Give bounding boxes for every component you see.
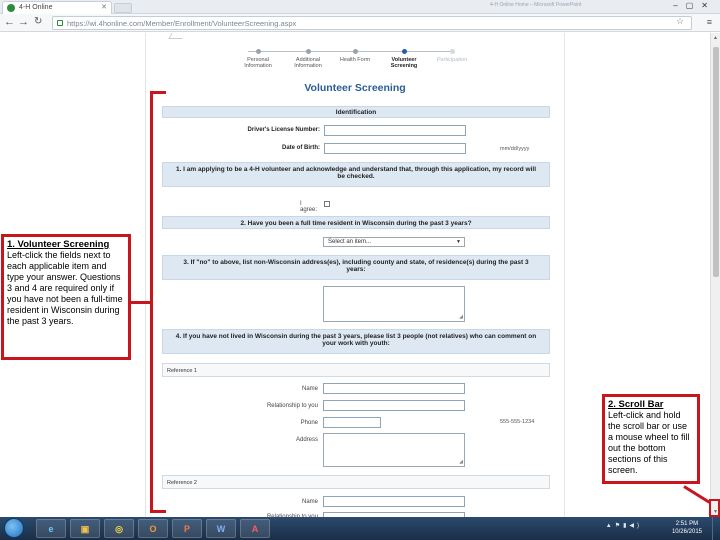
ref1-address-textarea[interactable]: ◢ [323, 433, 465, 467]
step-label: Personal Information [244, 57, 272, 69]
callout-title: 1. Volunteer Screening [7, 239, 110, 250]
step-personal-information[interactable]: Personal Information [238, 49, 278, 69]
question-4: 4. If you have not lived in Wisconsin du… [162, 329, 550, 354]
browser-tab-bar: 4-H Online ✕ 4-H Online Home – Microsoft… [0, 0, 720, 14]
taskbar-word-icon[interactable]: W [206, 519, 236, 538]
residency-select[interactable]: Select an item... ▼ [323, 237, 465, 247]
dob-label: Date of Birth: [282, 145, 320, 151]
agree-checkbox[interactable] [324, 201, 330, 207]
step-dot-icon [401, 49, 407, 54]
non-wisconsin-address-textarea[interactable]: ◢ [323, 286, 465, 322]
question-2: 2. Have you been a full time resident in… [162, 216, 550, 229]
clock-date: 10/26/2015 [671, 529, 702, 535]
bookmark-star-icon[interactable]: ☆ [676, 16, 684, 27]
back-arrow-icon[interactable]: ← [4, 16, 15, 28]
window-title: 4-H Online Home – Microsoft PowerPoint [490, 2, 582, 8]
question-3: 3. If "no" to above, list non-Wisconsin … [162, 255, 550, 280]
new-tab-button[interactable] [114, 3, 132, 13]
callout-body: Left-click the fields next to each appli… [7, 250, 123, 326]
page-scrollbar[interactable]: ▲ ▼ [710, 33, 720, 517]
scroll-bar-callout: 2. Scroll Bar Left-click and hold the sc… [602, 394, 700, 484]
scroll-up-arrow-icon[interactable]: ▲ [713, 35, 718, 41]
step-dot-icon [255, 49, 261, 54]
ref1-name-input[interactable] [323, 383, 465, 394]
identification-header: Identification [162, 106, 550, 118]
windows-start-icon[interactable] [4, 518, 24, 538]
scrollbar-highlight [709, 499, 720, 517]
address-bar[interactable]: https://wi.4honline.com/Member/Enrollmen… [52, 16, 692, 30]
ref1-name-label: Name [301, 386, 318, 392]
chevron-down-icon: ▼ [456, 239, 461, 245]
callout-body: Left-click and hold the scroll bar or us… [608, 410, 690, 475]
taskbar-clock[interactable]: 2:51 PM 10/26/2015 [672, 520, 702, 536]
taskbar-chrome-icon[interactable]: ◎ [104, 519, 134, 538]
taskbar-outlook-icon[interactable]: O [138, 519, 168, 538]
step-dot-icon [305, 49, 311, 54]
reference-1-header: Reference 1 [162, 363, 550, 377]
step-label: Health Form [339, 57, 371, 63]
browser-tab[interactable]: 4-H Online ✕ [2, 1, 112, 14]
clover-favicon-icon [7, 4, 15, 12]
drivers-license-input[interactable] [324, 125, 466, 136]
step-participation: Participation [430, 49, 474, 63]
volunteer-screening-callout: 1. Volunteer Screening Left-click the fi… [1, 234, 131, 360]
agree-label: I agree: [300, 201, 318, 213]
ref2-name-input[interactable] [323, 496, 465, 507]
window-controls[interactable]: –▢✕ [673, 1, 716, 10]
taskbar-internet-explorer-icon[interactable]: e [36, 519, 66, 538]
question-1: 1. I am applying to be a 4-H volunteer a… [162, 162, 550, 187]
tab-title: 4-H Online [19, 4, 53, 11]
enrollment-steps: Personal Information Additional Informat… [238, 49, 508, 81]
step-label: Additional Information [294, 57, 322, 69]
tab-close-icon[interactable]: ✕ [101, 3, 107, 11]
system-tray-icons[interactable]: ▲⚑▮◀) [606, 522, 642, 529]
step-label: Participation [436, 57, 468, 63]
step-dot-icon [352, 49, 358, 54]
resize-grip-icon[interactable]: ◢ [459, 314, 463, 320]
ref1-relationship-label: Relationship to you [266, 403, 318, 409]
show-desktop-button[interactable] [712, 517, 720, 540]
page-title: Volunteer Screening [304, 82, 406, 94]
lock-icon [57, 20, 63, 26]
ref1-phone-input[interactable] [323, 417, 381, 428]
select-value: Select an item... [328, 239, 372, 245]
ref1-address-label: Address [295, 437, 318, 443]
taskbar-powerpoint-icon[interactable]: P [172, 519, 202, 538]
step-label: Volunteer Screening [390, 57, 418, 69]
phone-format-hint: 555-555-1234 [500, 419, 535, 425]
step-additional-information[interactable]: Additional Information [288, 49, 328, 69]
dob-format-hint: mm/dd/yyyy [500, 146, 530, 152]
menu-icon[interactable]: ≡ [707, 17, 712, 27]
clock-time: 2:51 PM [675, 521, 699, 527]
taskbar-file-explorer-icon[interactable]: ▣ [70, 519, 100, 538]
reload-icon[interactable]: ↻ [34, 16, 42, 27]
scroll-thumb[interactable] [713, 47, 719, 277]
url-text: https://wi.4honline.com/Member/Enrollmen… [67, 19, 297, 28]
step-dot-icon [449, 49, 455, 54]
ref1-relationship-input[interactable] [323, 400, 465, 411]
screen: 4-H Online ✕ 4-H Online Home – Microsoft… [0, 0, 720, 540]
browser-toolbar: ← → ↻ https://wi.4honline.com/Member/Enr… [0, 14, 720, 32]
callout-title: 2. Scroll Bar [608, 399, 664, 410]
windows-taskbar: e ▣ ◎ O P W A ▲⚑▮◀) 2:51 PM 10/26/2015 [0, 517, 720, 540]
dob-input[interactable] [324, 143, 466, 154]
drivers-license-label: Driver's License Number: [247, 127, 320, 133]
forward-arrow-icon[interactable]: → [18, 16, 29, 28]
step-health-form[interactable]: Health Form [334, 49, 376, 63]
reference-2-header: Reference 2 [162, 475, 550, 489]
taskbar-acrobat-icon[interactable]: A [240, 519, 270, 538]
resize-grip-icon[interactable]: ◢ [459, 459, 463, 465]
annotation-connector [130, 301, 152, 304]
annotation-bracket [150, 91, 166, 513]
ref1-phone-label: Phone [300, 420, 318, 426]
ref2-name-label: Name [301, 499, 318, 505]
step-volunteer-screening[interactable]: Volunteer Screening [384, 49, 424, 69]
